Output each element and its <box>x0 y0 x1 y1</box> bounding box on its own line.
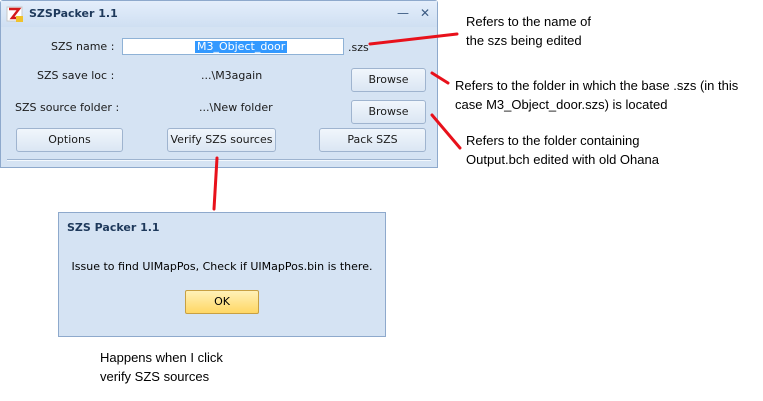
options-button[interactable]: Options <box>16 128 123 152</box>
close-icon[interactable]: ✕ <box>417 6 433 20</box>
name-note-line-2: the szs being edited <box>466 33 582 48</box>
title-bar[interactable]: SZSPacker 1.1 — ✕ <box>1 1 437 27</box>
verify-szs-sources-button[interactable]: Verify SZS sources <box>167 128 276 152</box>
save-note: Refers to the folder in which the base .… <box>455 76 738 114</box>
error-dialog: SZS Packer 1.1 Issue to find UIMapPos, C… <box>58 212 386 337</box>
bottom-separator <box>7 159 431 161</box>
source-note-line-1: Refers to the folder containing <box>466 133 640 148</box>
name-note: Refers to the name of the szs being edit… <box>466 12 591 50</box>
source-note: Refers to the folder containing Output.b… <box>466 131 659 169</box>
click-note: Happens when I click verify SZS sources <box>100 348 223 386</box>
source-folder-value: ...\New folder <box>199 101 273 114</box>
szs-suffix: .szs <box>348 41 369 54</box>
szs-name-label: SZS name : <box>51 40 115 53</box>
pack-szs-button[interactable]: Pack SZS <box>319 128 426 152</box>
browse-source-button[interactable]: Browse <box>351 100 426 124</box>
dialog-message: Issue to find UIMapPos, Check if UIMapPo… <box>71 260 373 273</box>
save-note-line-2: case M3_Object_door.szs) is located <box>455 97 668 112</box>
save-loc-value: ...\M3again <box>201 69 263 82</box>
ok-button[interactable]: OK <box>185 290 259 314</box>
source-folder-label: SZS source folder : <box>15 101 120 114</box>
source-note-line-2: Output.bch edited with old Ohana <box>466 152 659 167</box>
window-title: SZSPacker 1.1 <box>29 7 118 20</box>
szs-name-input[interactable]: M3_Object_door <box>122 38 344 55</box>
save-loc-label: SZS save loc : <box>37 69 115 82</box>
dialog-title: SZS Packer 1.1 <box>67 221 160 234</box>
click-note-line-2: verify SZS sources <box>100 369 210 384</box>
app-logo-icon <box>6 6 23 22</box>
szspacker-window: SZSPacker 1.1 — ✕ SZS name : M3_Object_d… <box>0 0 438 168</box>
browse-save-button[interactable]: Browse <box>351 68 426 92</box>
minimize-icon[interactable]: — <box>395 6 411 20</box>
name-note-line-1: Refers to the name of <box>466 14 592 29</box>
save-note-line-1: Refers to the folder in which the base .… <box>455 78 739 93</box>
click-note-line-1: Happens when I click <box>100 350 223 365</box>
szs-name-value: M3_Object_door <box>195 40 288 53</box>
